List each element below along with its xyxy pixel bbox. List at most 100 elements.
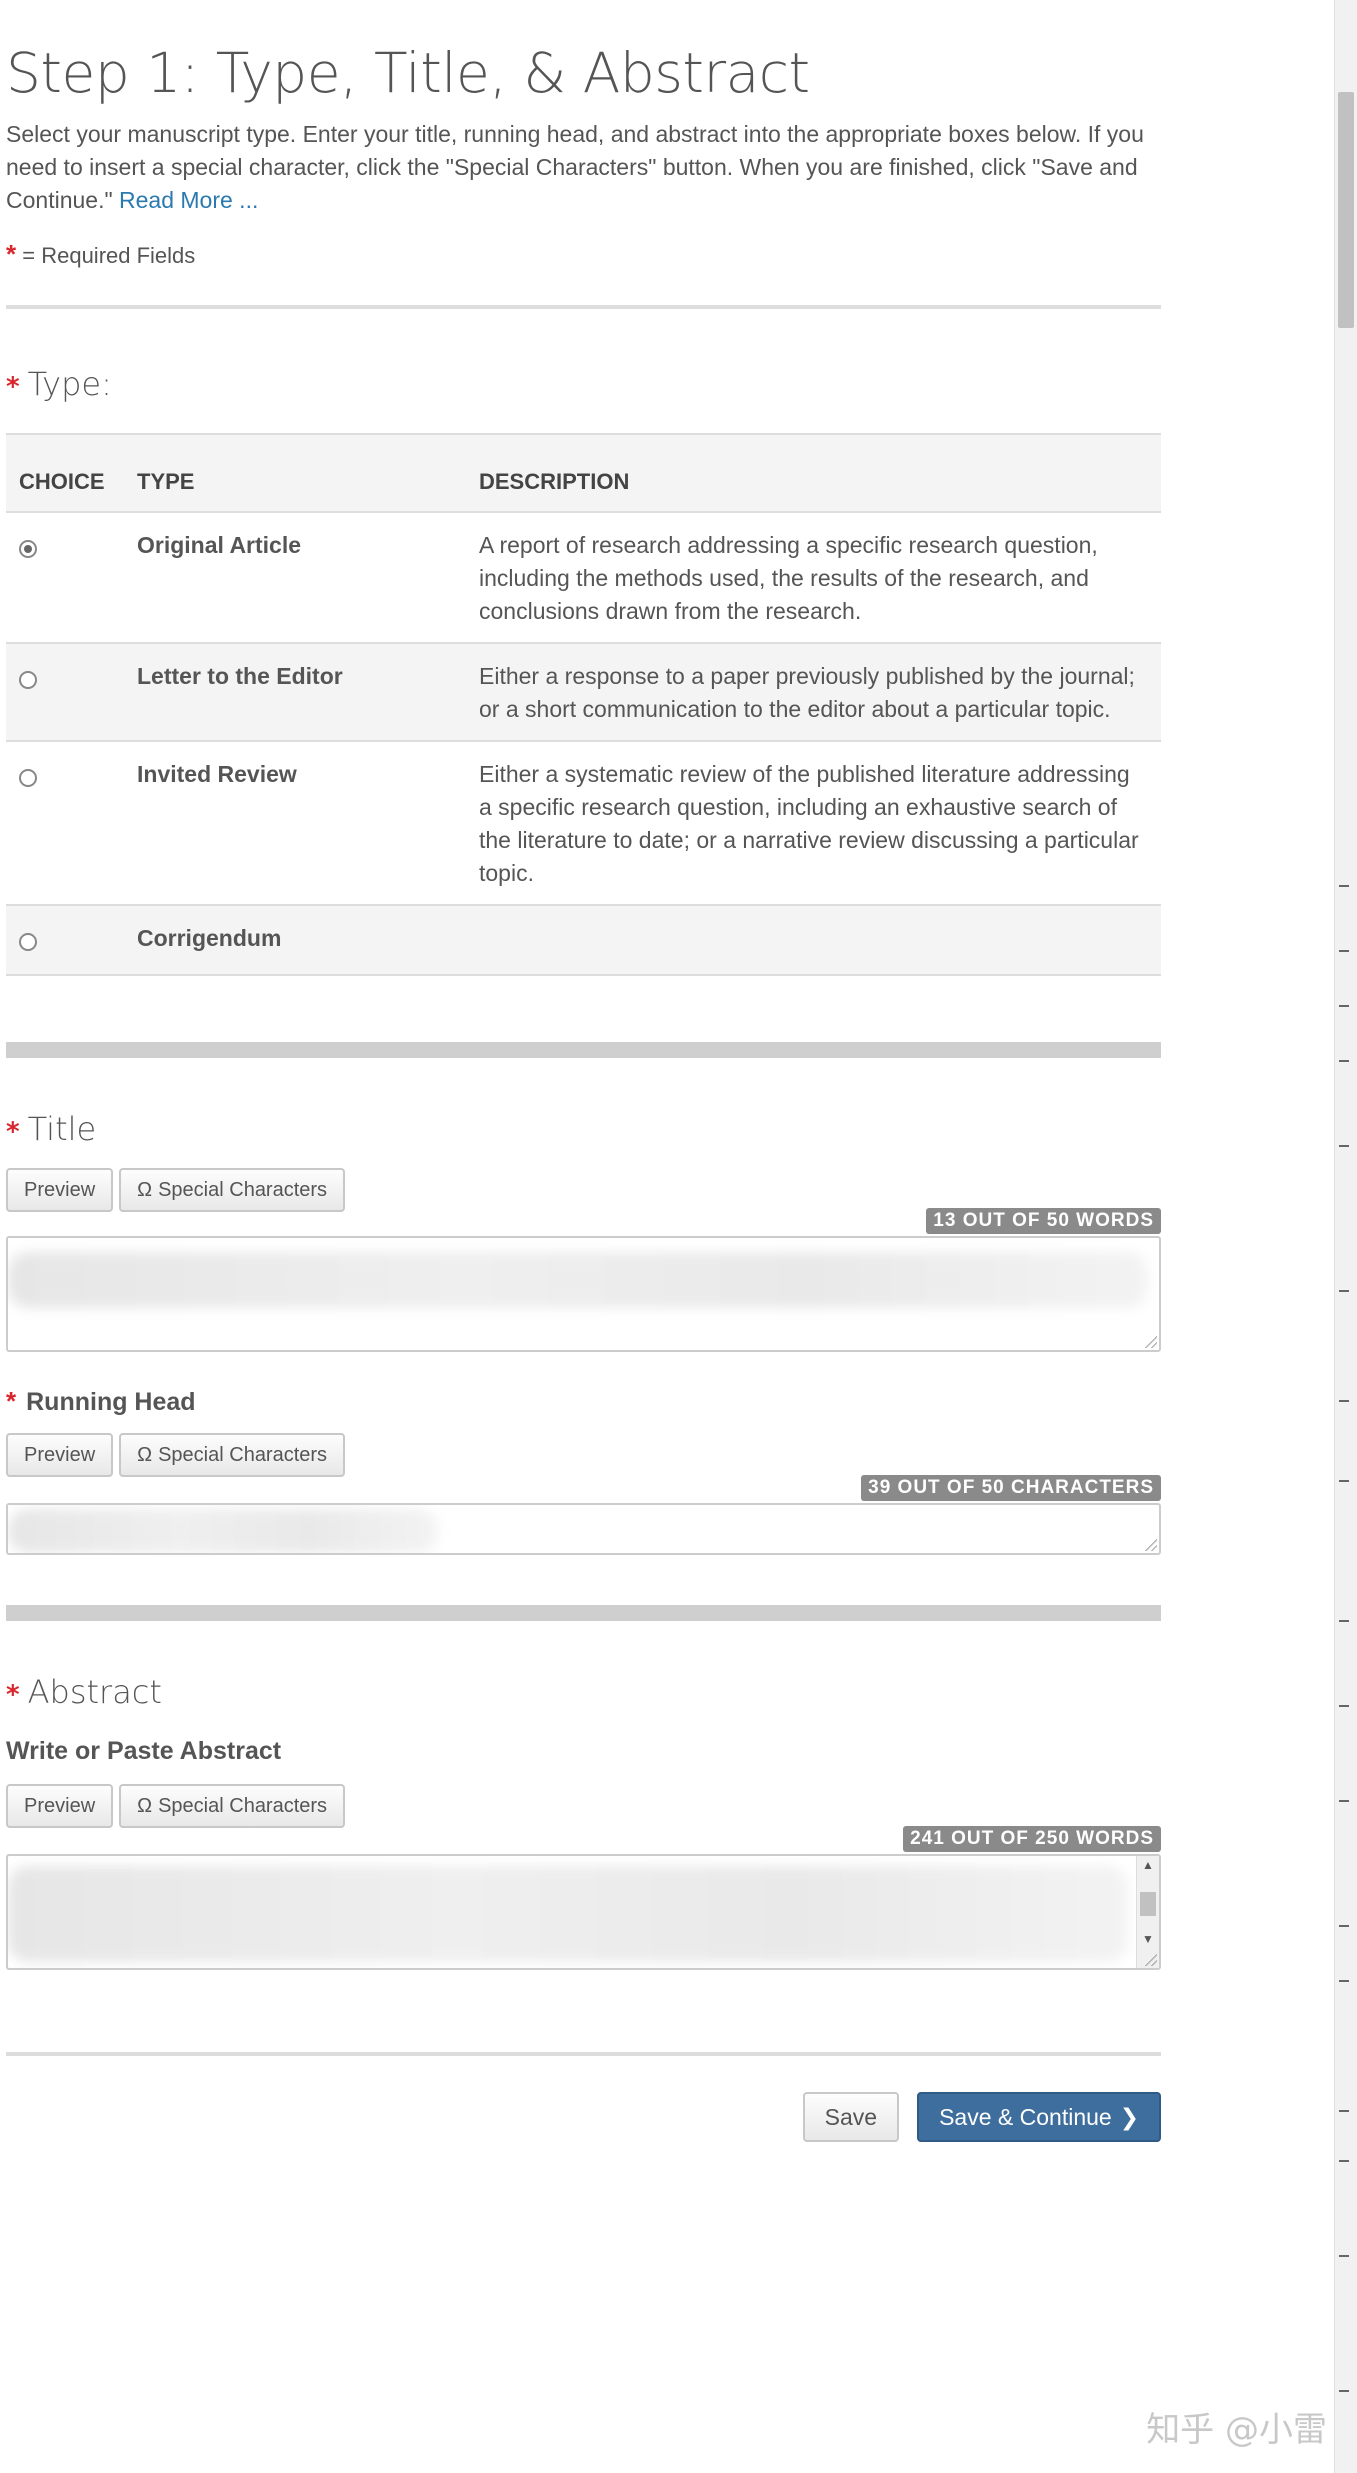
running-head-char-counter: 39 OUT OF 50 CHARACTERS [861,1475,1161,1501]
abstract-toolbar: Preview Ω Special Characters [6,1784,1161,1828]
radio-original-article[interactable] [19,540,37,558]
scroll-marker [1339,1060,1349,1062]
special-characters-label: Special Characters [158,1443,328,1466]
abstract-preview-button[interactable]: Preview [6,1784,114,1828]
scroll-marker [1339,1980,1349,1982]
required-star: * [6,1680,20,1710]
radio-invited-review[interactable] [19,769,37,787]
redacted-abstract-text [8,1866,1128,1962]
type-description: A report of research addressing a specif… [466,512,1161,644]
type-description: Either a response to a paper previously … [466,643,1161,742]
scroll-up-arrow-icon[interactable]: ▲ [1137,1856,1159,1874]
radio-letter-to-editor[interactable] [19,671,37,689]
column-header-description: DESCRIPTION [466,433,1161,513]
footer-actions: Save Save & Continue ❯ [6,2092,1161,2152]
intro-text: Select your manuscript type. Enter your … [6,118,1156,217]
scroll-marker [1339,950,1349,952]
required-star: * [6,1386,17,1416]
required-star: * [6,1117,20,1147]
omega-icon: Ω [137,1443,153,1466]
type-description [466,905,1161,976]
scroll-marker [1339,1480,1349,1482]
required-star: * [6,372,20,402]
omega-icon: Ω [137,1178,153,1201]
section-divider [6,1605,1161,1621]
page-title: Step 1: Type, Title, & Abstract [6,41,810,105]
column-header-choice: CHOICE [6,433,124,513]
title-word-counter: 13 OUT OF 50 WORDS [926,1208,1161,1234]
scrollbar-thumb[interactable] [1140,1892,1156,1916]
abstract-input[interactable]: ▲ ▼ [6,1854,1161,1970]
manuscript-step-page: Step 1: Type, Title, & Abstract Select y… [6,0,1161,2152]
running-head-preview-button[interactable]: Preview [6,1433,114,1477]
section-divider [6,1042,1161,1058]
chevron-right-icon: ❯ [1119,2103,1139,2130]
redacted-title-text [8,1252,1148,1308]
resize-handle-icon[interactable] [1145,1336,1157,1348]
scroll-marker [1339,885,1349,887]
scroll-marker [1339,1400,1349,1402]
page-scrollbar[interactable] [1334,0,1357,2473]
abstract-section-label: * Abstract [6,1673,1161,1711]
type-label: Type: [27,365,112,403]
type-name: Original Article [124,512,466,644]
read-more-link[interactable]: Read More ... [119,187,258,213]
watermark: 知乎 @小雷 [1146,2410,1327,2450]
abstract-scrollbar[interactable]: ▲ ▼ [1136,1856,1159,1968]
title-preview-button[interactable]: Preview [6,1168,114,1212]
scroll-marker [1339,2160,1349,2162]
required-legend-text: = Required Fields [22,243,196,268]
type-name: Invited Review [124,741,466,906]
column-header-type: TYPE [124,433,466,513]
type-row-letter-to-editor[interactable]: Letter to the Editor Either a response t… [6,643,1161,742]
resize-handle-icon[interactable] [1145,1539,1157,1551]
radio-corrigendum[interactable] [19,933,37,951]
redacted-running-head-text [8,1509,438,1553]
special-characters-label: Special Characters [158,1178,328,1201]
type-name: Corrigendum [124,905,466,976]
scroll-marker [1339,2390,1349,2392]
title-input[interactable] [6,1236,1161,1352]
title-special-characters-button[interactable]: Ω Special Characters [119,1168,346,1212]
divider [6,2052,1161,2056]
scroll-marker [1339,1290,1349,1292]
type-table: CHOICE TYPE DESCRIPTION Original Article… [6,433,1161,976]
scroll-down-arrow-icon[interactable]: ▼ [1137,1930,1159,1948]
abstract-sublabel: Write or Paste Abstract [6,1737,282,1765]
type-table-header: CHOICE TYPE DESCRIPTION [6,433,1161,513]
save-button[interactable]: Save [802,2092,900,2142]
scroll-marker [1339,1800,1349,1802]
save-continue-button[interactable]: Save & Continue ❯ [917,2092,1161,2142]
scroll-marker [1339,2255,1349,2257]
type-section-label: * Type: [6,365,1161,403]
running-head-label: Running Head [26,1388,196,1416]
scroll-marker [1339,2110,1349,2112]
divider [6,305,1161,309]
required-legend: * = Required Fields [6,239,1161,270]
title-label: Title [27,1110,97,1148]
type-row-original-article[interactable]: Original Article A report of research ad… [6,512,1161,644]
resize-handle-icon[interactable] [1145,1954,1157,1966]
scroll-marker [1339,1620,1349,1622]
scroll-marker [1339,1705,1349,1707]
running-head-input[interactable] [6,1503,1161,1555]
scroll-marker [1339,1925,1349,1927]
save-continue-label: Save & Continue [939,2103,1112,2130]
abstract-special-characters-button[interactable]: Ω Special Characters [119,1784,346,1828]
running-head-toolbar: Preview Ω Special Characters [6,1433,1161,1477]
running-head-special-characters-button[interactable]: Ω Special Characters [119,1433,346,1477]
required-star: * [6,239,17,269]
special-characters-label: Special Characters [158,1794,328,1817]
title-toolbar: Preview Ω Special Characters [6,1168,1161,1212]
type-name: Letter to the Editor [124,643,466,742]
type-row-corrigendum[interactable]: Corrigendum [6,905,1161,976]
page-scrollbar-thumb[interactable] [1338,92,1354,328]
omega-icon: Ω [137,1794,153,1817]
scroll-marker [1339,1005,1349,1007]
type-row-invited-review[interactable]: Invited Review Either a systematic revie… [6,741,1161,906]
title-section-label: * Title [6,1110,1161,1148]
type-description: Either a systematic review of the publis… [466,741,1161,906]
scroll-marker [1339,1145,1349,1147]
abstract-word-counter: 241 OUT OF 250 WORDS [903,1826,1161,1852]
abstract-label: Abstract [27,1673,162,1711]
